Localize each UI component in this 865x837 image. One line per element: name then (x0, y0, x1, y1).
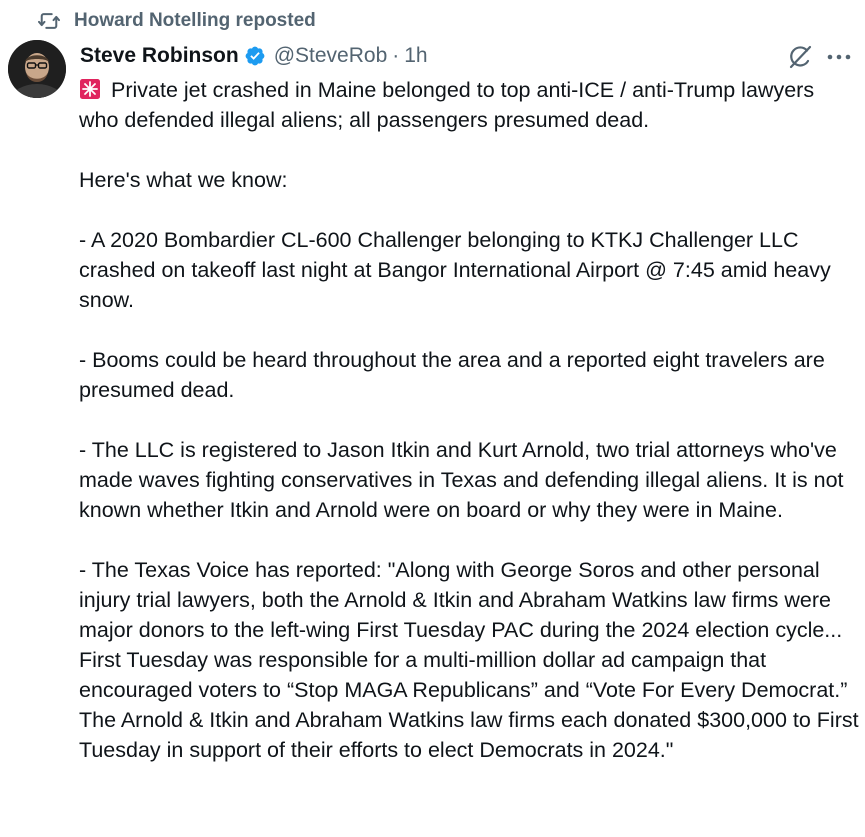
tweet-paragraph: Here's what we know: (79, 168, 288, 192)
tweet-text: Private jet crashed in Maine belonged to… (79, 75, 859, 765)
more-icon[interactable] (827, 53, 851, 61)
grok-icon[interactable] (787, 44, 813, 70)
tweet-paragraph: - The LLC is registered to Jason Itkin a… (79, 438, 844, 522)
avatar[interactable] (8, 40, 66, 98)
tweet-paragraph: - The Texas Voice has reported: "Along w… (79, 558, 859, 762)
verified-badge-icon[interactable] (244, 45, 266, 67)
rotating-light-emoji (79, 78, 101, 100)
repost-indicator[interactable]: Howard Notelling reposted (38, 8, 316, 34)
tweet-paragraph: - Booms could be heard throughout the ar… (79, 348, 825, 402)
meta-separator: · (392, 44, 400, 67)
post-time[interactable]: 1h (404, 44, 427, 68)
author-name[interactable]: Steve Robinson (80, 44, 239, 68)
repost-icon (38, 11, 60, 31)
tweet-headline: Private jet crashed in Maine belonged to… (79, 75, 859, 135)
tweet-header: Steve Robinson @SteveRob · 1h (80, 42, 428, 70)
repost-label: Howard Notelling reposted (74, 10, 316, 31)
tweet-paragraph: - A 2020 Bombardier CL-600 Challenger be… (79, 228, 831, 312)
headline-text: Private jet crashed in Maine belonged to… (79, 78, 815, 132)
header-actions (787, 42, 851, 72)
author-handle[interactable]: @SteveRob (274, 44, 388, 68)
